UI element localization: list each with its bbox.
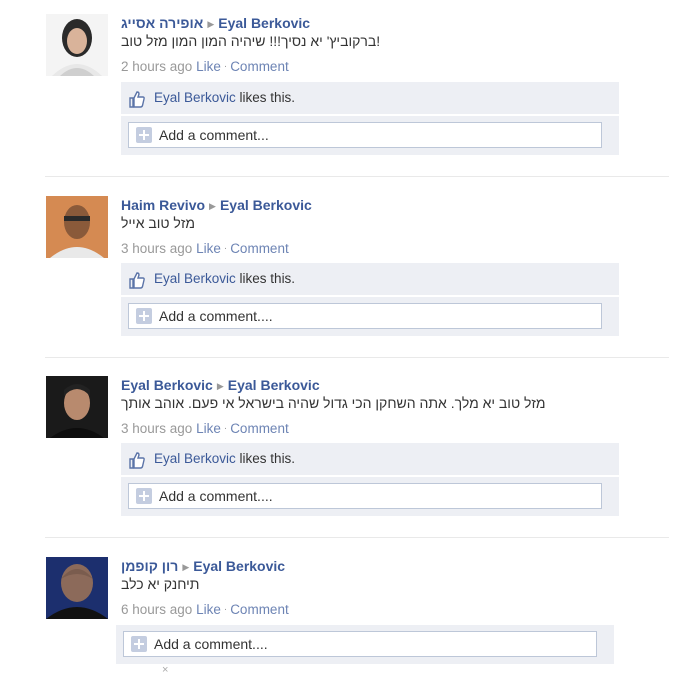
comment-link[interactable]: Comment: [230, 421, 289, 436]
plus-icon: [136, 488, 152, 504]
thumbs-up-icon: [129, 272, 145, 289]
meta-separator: ·: [223, 604, 228, 615]
likes-row: Eyal Berkovic likes this.: [121, 263, 619, 295]
like-link[interactable]: Like: [196, 421, 221, 436]
story-content: Haim Revivo ▶ Eyal Berkovic מזל טוב אייל 3…: [121, 196, 641, 258]
likes-suffix: likes this.: [239, 451, 296, 466]
likes-text: Eyal Berkovic likes this.: [154, 263, 295, 295]
thumbs-up-icon: [129, 452, 145, 469]
timestamp[interactable]: 3 hours ago: [121, 421, 192, 436]
triangle-right-icon: ▶: [207, 19, 215, 29]
story-meta: 3 hours ago Like · Comment: [121, 420, 641, 438]
add-comment-row: Add a comment....: [116, 625, 614, 664]
story-actors: רון קופמן ▶ Eyal Berkovic: [121, 557, 641, 576]
story-divider: [45, 357, 669, 358]
triangle-right-icon: ▶: [216, 381, 224, 391]
story-actors: Eyal Berkovic ▶ Eyal Berkovic: [121, 376, 641, 395]
comment-link[interactable]: Comment: [230, 59, 289, 74]
thumbs-up-icon: [129, 91, 145, 108]
add-comment-input[interactable]: Add a comment....: [128, 483, 602, 509]
like-link[interactable]: Like: [196, 602, 221, 617]
add-comment-placeholder: Add a comment....: [159, 488, 273, 504]
comment-link[interactable]: Comment: [230, 241, 289, 256]
story-content: רון קופמן ▶ Eyal Berkovic תיחנק יא כלב 6 h…: [121, 557, 641, 619]
meta-separator: ·: [223, 243, 228, 254]
comment-link[interactable]: Comment: [230, 602, 289, 617]
likes-suffix: likes this.: [239, 90, 296, 105]
meta-separator: ·: [223, 423, 228, 434]
story-message: מזל טוב יא מלך. אתה השחקן הכי גדול שהיה …: [121, 395, 546, 411]
add-comment-input[interactable]: Add a comment...: [128, 122, 602, 148]
target-link[interactable]: Eyal Berkovic: [218, 15, 310, 31]
like-link[interactable]: Like: [196, 241, 221, 256]
avatar[interactable]: [46, 14, 108, 76]
author-link[interactable]: Haim Revivo: [121, 197, 205, 213]
add-comment-input[interactable]: Add a comment....: [128, 303, 602, 329]
ufi: Add a comment....: [116, 625, 614, 664]
story-actors: Haim Revivo ▶ Eyal Berkovic: [121, 196, 641, 215]
add-comment-row: Add a comment...: [121, 116, 619, 155]
likes-row: Eyal Berkovic likes this.: [121, 82, 619, 114]
meta-separator: ·: [223, 61, 228, 72]
plus-icon: [136, 127, 152, 143]
likes-text: Eyal Berkovic likes this.: [154, 82, 295, 114]
liker-link[interactable]: Eyal Berkovic: [154, 90, 236, 105]
add-comment-row: Add a comment....: [121, 477, 619, 516]
add-comment-row: Add a comment....: [121, 297, 619, 336]
likes-suffix: likes this.: [239, 271, 296, 286]
ufi: Eyal Berkovic likes this. Add a comment.…: [121, 443, 619, 516]
target-link[interactable]: Eyal Berkovic: [228, 377, 320, 393]
liker-link[interactable]: Eyal Berkovic: [154, 451, 236, 466]
add-comment-placeholder: Add a comment...: [159, 127, 269, 143]
plus-icon: [136, 308, 152, 324]
story-divider: [45, 176, 669, 177]
timestamp[interactable]: 6 hours ago: [121, 602, 192, 617]
likes-text: Eyal Berkovic likes this.: [154, 443, 295, 475]
add-comment-placeholder: Add a comment....: [159, 308, 273, 324]
author-link[interactable]: רון קופמן: [121, 558, 178, 574]
author-link[interactable]: Eyal Berkovic: [121, 377, 213, 393]
story-content: Eyal Berkovic ▶ Eyal Berkovic מזל טוב יא מ…: [121, 376, 641, 438]
author-link[interactable]: אופירה אסייג: [121, 15, 203, 31]
story-message: ברקוביץ' יא נסיך!!! שיהיה המון המון מזל …: [121, 33, 381, 49]
triangle-right-icon: ▶: [182, 562, 190, 572]
add-comment-input[interactable]: Add a comment....: [123, 631, 597, 657]
avatar[interactable]: [46, 196, 108, 258]
story-actors: אופירה אסייג ▶ Eyal Berkovic: [121, 14, 641, 33]
likes-row: Eyal Berkovic likes this.: [121, 443, 619, 475]
target-link[interactable]: Eyal Berkovic: [193, 558, 285, 574]
story-message: תיחנק יא כלב: [121, 576, 200, 592]
plus-icon: [131, 636, 147, 652]
story-meta: 3 hours ago Like · Comment: [121, 240, 641, 258]
avatar[interactable]: [46, 557, 108, 619]
like-link[interactable]: Like: [196, 59, 221, 74]
target-link[interactable]: Eyal Berkovic: [220, 197, 312, 213]
triangle-right-icon: ▶: [209, 201, 216, 211]
ufi: Eyal Berkovic likes this. Add a comment.…: [121, 263, 619, 336]
timestamp[interactable]: 2 hours ago: [121, 59, 192, 74]
story-meta: 2 hours ago Like · Comment: [121, 58, 641, 76]
timestamp[interactable]: 3 hours ago: [121, 241, 192, 256]
close-icon[interactable]: ×: [162, 664, 168, 676]
ufi: Eyal Berkovic likes this. Add a comment.…: [121, 82, 619, 155]
story-content: אופירה אסייג ▶ Eyal Berkovic ברקוביץ' יא נ…: [121, 14, 641, 76]
liker-link[interactable]: Eyal Berkovic: [154, 271, 236, 286]
story-meta: 6 hours ago Like · Comment: [121, 601, 641, 619]
add-comment-placeholder: Add a comment....: [154, 636, 268, 652]
story-divider: [45, 537, 669, 538]
avatar[interactable]: [46, 376, 108, 438]
story-message: מזל טוב אייל: [121, 215, 195, 231]
